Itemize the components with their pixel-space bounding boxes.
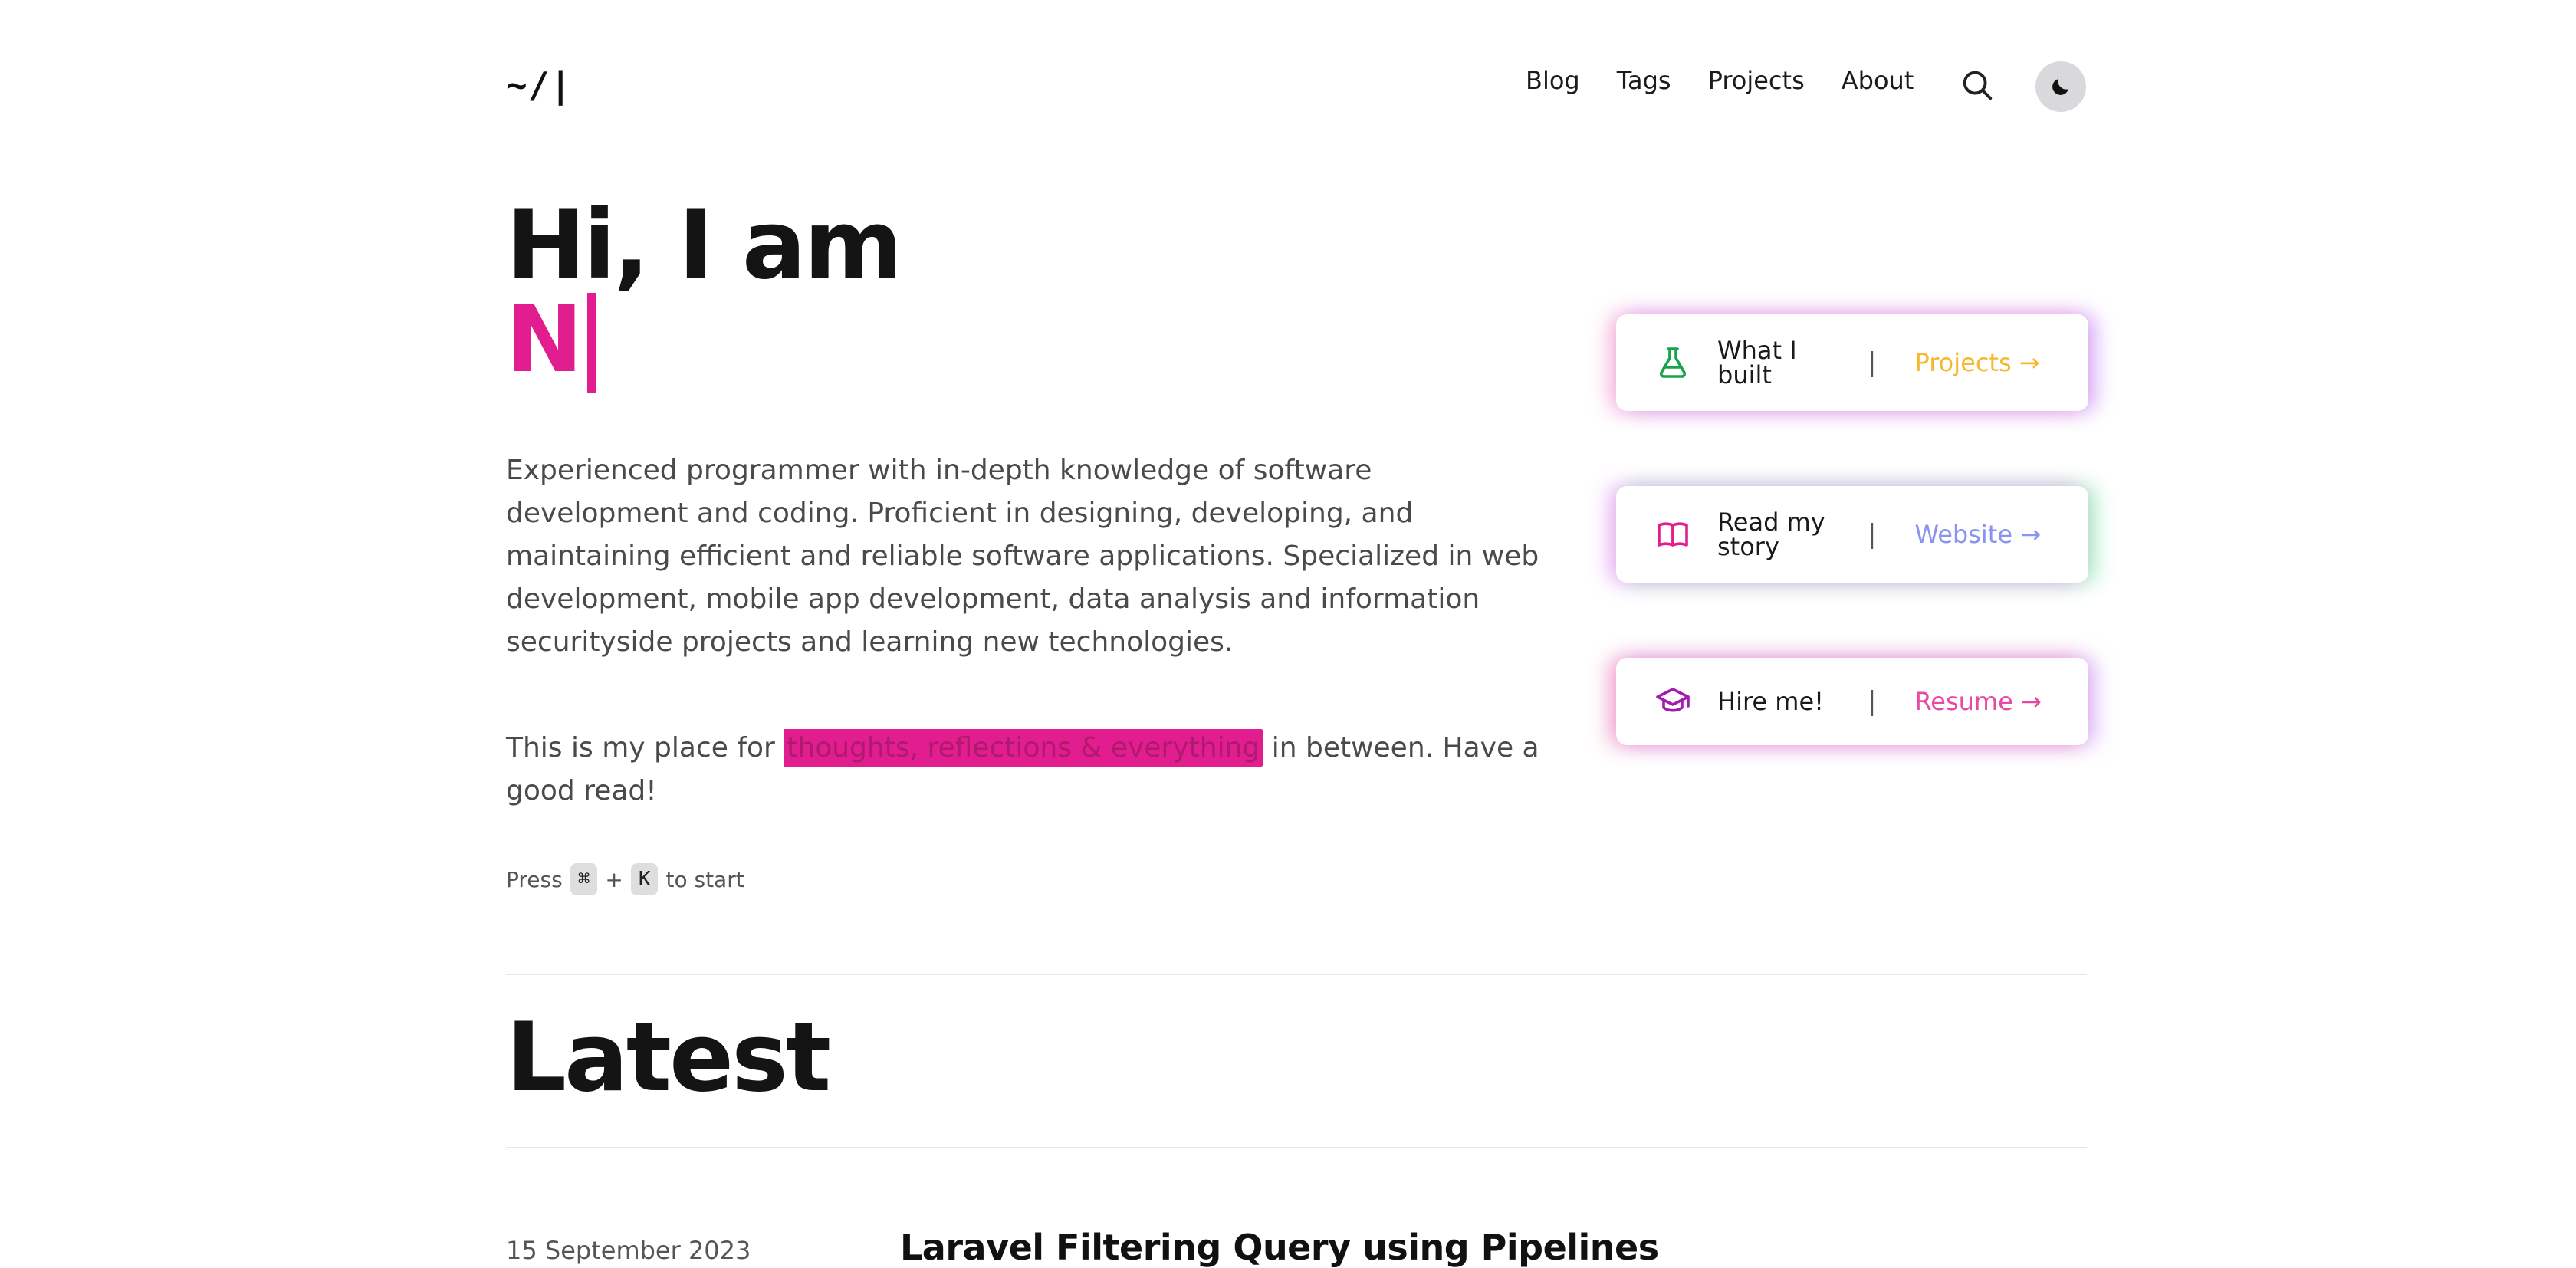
card-resume[interactable]: Hire me! | Resume → bbox=[1616, 658, 2088, 745]
typing-caret bbox=[587, 293, 597, 393]
hero-bio: Experienced programmer with in-depth kno… bbox=[506, 455, 1539, 658]
nav-tags[interactable]: Tags bbox=[1617, 66, 1671, 95]
section-divider bbox=[506, 974, 2087, 975]
site-logo[interactable]: ~/| bbox=[506, 64, 572, 106]
keyboard-shortcut-hint: Press ⌘ + K to start bbox=[506, 863, 744, 895]
kbd-k: K bbox=[630, 863, 659, 895]
typed-name-text: N bbox=[506, 287, 583, 393]
latest-heading: Latest bbox=[506, 1003, 831, 1113]
nav-projects[interactable]: Projects bbox=[1708, 66, 1805, 95]
nav-about[interactable]: About bbox=[1842, 66, 1914, 95]
card-projects[interactable]: What I built | Projects → bbox=[1616, 314, 2088, 411]
tagline-highlight: thoughts, reflections & everything bbox=[784, 729, 1263, 767]
shortcut-suffix: to start bbox=[665, 866, 744, 892]
card-separator: | bbox=[1868, 686, 1877, 717]
website-link[interactable]: Website → bbox=[1914, 520, 2041, 549]
page: ~/| Blog Tags Projects About Hi, I am N … bbox=[0, 0, 2576, 1268]
section-divider bbox=[506, 1147, 2087, 1148]
hero-tagline: This is my place for thoughts, reflectio… bbox=[506, 727, 1549, 813]
card-website-label: Read my story bbox=[1717, 508, 1825, 561]
tagline-before: This is my place for bbox=[506, 732, 775, 764]
hero-typed-name: N bbox=[506, 293, 597, 396]
card-website[interactable]: Read my story | Website → bbox=[1616, 486, 2088, 583]
hero-greeting: Hi, I am bbox=[506, 190, 903, 301]
graduation-cap-icon bbox=[1656, 688, 1690, 712]
resume-link[interactable]: Resume → bbox=[1914, 687, 2041, 716]
kbd-command: ⌘ bbox=[570, 863, 598, 895]
card-separator: | bbox=[1868, 347, 1877, 378]
card-projects-label: What I built bbox=[1717, 336, 1797, 389]
card-resume-label: Hire me! bbox=[1717, 687, 1824, 716]
flask-icon bbox=[1659, 347, 1687, 378]
nav-blog[interactable]: Blog bbox=[1526, 66, 1580, 95]
search-icon[interactable] bbox=[1960, 67, 1995, 103]
shortcut-press: Press bbox=[506, 866, 563, 892]
post-date: 15 September 2023 bbox=[506, 1236, 751, 1265]
card-separator: | bbox=[1868, 519, 1877, 550]
main-nav: Blog Tags Projects About bbox=[1526, 66, 1950, 95]
shortcut-plus: + bbox=[605, 866, 623, 892]
theme-toggle-button[interactable] bbox=[2036, 61, 2086, 112]
projects-link[interactable]: Projects → bbox=[1914, 348, 2039, 377]
book-icon bbox=[1658, 522, 1688, 547]
moon-icon bbox=[2052, 79, 2068, 95]
